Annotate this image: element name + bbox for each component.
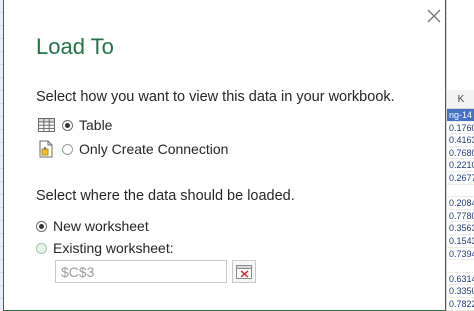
- close-button[interactable]: [422, 4, 446, 28]
- close-icon: [427, 9, 441, 23]
- sheet-cell[interactable]: 0.4163: [447, 134, 474, 147]
- sheet-cell[interactable]: 0.7780: [447, 210, 474, 223]
- existing-worksheet-radio[interactable]: [36, 242, 47, 254]
- new-worksheet-radio[interactable]: [36, 220, 47, 232]
- table-label: Table: [79, 117, 113, 133]
- new-worksheet-label: New worksheet: [53, 218, 149, 234]
- sheet-cell[interactable]: 0.2210: [447, 159, 474, 172]
- connection-radio[interactable]: [62, 143, 73, 155]
- location-option-existing[interactable]: Existing worksheet:: [36, 240, 174, 256]
- dialog-title: Load To: [36, 34, 114, 59]
- location-option-new[interactable]: New worksheet: [36, 218, 149, 234]
- sheet-cell[interactable]: 0.7394: [447, 248, 474, 261]
- existing-worksheet-label: Existing worksheet:: [53, 240, 174, 256]
- sheet-cell[interactable]: 0.6314: [447, 273, 474, 286]
- sheet-cell[interactable]: ng-14: [447, 109, 474, 122]
- column-header: K: [447, 90, 474, 109]
- sheet-cell[interactable]: [447, 260, 474, 273]
- table-radio[interactable]: [62, 119, 73, 131]
- connection-icon: [36, 140, 56, 158]
- sheet-cell[interactable]: 0.7822: [447, 298, 474, 311]
- background-spreadsheet: K ng-14 0.1760 0.4163 0.7680 0.2210 0.26…: [446, 0, 474, 311]
- sheet-cell[interactable]: 0.1760: [447, 122, 474, 135]
- view-option-table[interactable]: Table: [36, 116, 112, 134]
- view-option-connection[interactable]: Only Create Connection: [36, 140, 228, 158]
- sheet-cell[interactable]: 0.3563: [447, 222, 474, 235]
- sheet-cell[interactable]: 0.1543: [447, 235, 474, 248]
- sheet-cell[interactable]: 0.3350: [447, 285, 474, 298]
- connection-label: Only Create Connection: [79, 141, 229, 157]
- location-prompt: Select where the data should be loaded.: [36, 188, 295, 204]
- table-icon: [36, 116, 56, 134]
- sheet-cell[interactable]: 0.2677: [447, 172, 474, 185]
- cell-reference-input[interactable]: $C$3: [55, 260, 227, 283]
- sheet-cell[interactable]: 0.2084: [447, 197, 474, 210]
- range-picker-icon: [236, 264, 252, 279]
- sheet-cell[interactable]: 0.7680: [447, 147, 474, 160]
- load-to-dialog: Load To Select how you want to view this…: [3, 0, 446, 311]
- sheet-cell[interactable]: [447, 185, 474, 198]
- sheet-cells: ng-14 0.1760 0.4163 0.7680 0.2210 0.2677…: [447, 109, 474, 311]
- range-picker-button[interactable]: [232, 260, 256, 283]
- view-prompt: Select how you want to view this data in…: [36, 89, 395, 105]
